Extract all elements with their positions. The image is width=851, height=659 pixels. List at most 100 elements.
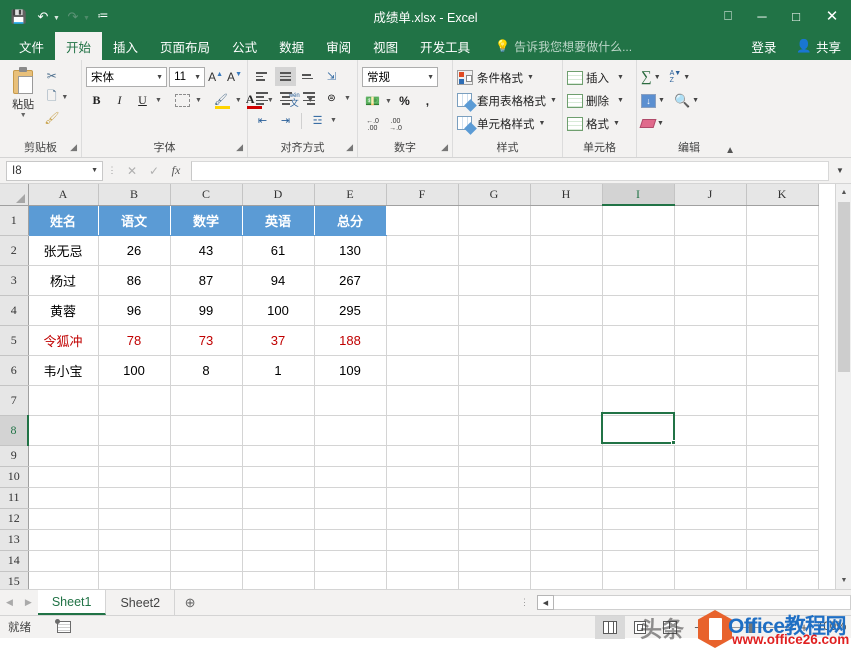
- format-as-table-dropdown-icon[interactable]: ▼: [550, 97, 557, 104]
- cell-b5[interactable]: 78: [98, 325, 171, 356]
- number-format-select[interactable]: 常规 ▼: [362, 67, 438, 87]
- cell-f7[interactable]: [386, 385, 459, 416]
- cell-j11[interactable]: [674, 487, 747, 509]
- cell-b15[interactable]: [98, 571, 171, 589]
- cell-a4[interactable]: 黄蓉: [28, 295, 99, 326]
- record-macro-icon[interactable]: [55, 619, 71, 633]
- comma-format-button[interactable]: ,: [417, 91, 438, 111]
- undo-dropdown-icon[interactable]: ▼: [53, 15, 60, 22]
- conditional-formatting-button[interactable]: 条件格式 ▼: [457, 67, 558, 88]
- currency-format-button[interactable]: 💵: [362, 91, 383, 111]
- cell-f3[interactable]: [386, 265, 459, 296]
- cell-k13[interactable]: [746, 529, 819, 551]
- cell-b13[interactable]: [98, 529, 171, 551]
- insert-function-icon[interactable]: fx: [165, 161, 187, 181]
- cell-j8[interactable]: [674, 415, 747, 446]
- cell-d14[interactable]: [242, 550, 315, 572]
- page-break-view-button[interactable]: [655, 616, 685, 639]
- enter-formula-icon[interactable]: ✓: [143, 161, 165, 181]
- cell-h10[interactable]: [530, 466, 603, 488]
- previous-sheet-icon[interactable]: ◀: [6, 597, 13, 608]
- save-icon[interactable]: 💾: [8, 5, 30, 27]
- cell-b6[interactable]: 100: [98, 355, 171, 386]
- cell-b4[interactable]: 96: [98, 295, 171, 326]
- cell-a14[interactable]: [28, 550, 99, 572]
- copy-dropdown-icon[interactable]: ▼: [61, 94, 68, 101]
- cell-g1[interactable]: [458, 205, 531, 236]
- cell-e2[interactable]: 130: [314, 235, 387, 266]
- cell-h2[interactable]: [530, 235, 603, 266]
- format-cells-dropdown-icon[interactable]: ▼: [613, 120, 620, 127]
- autosum-dropdown-icon[interactable]: ▼: [654, 74, 661, 81]
- normal-view-button[interactable]: [595, 615, 625, 639]
- cell-h6[interactable]: [530, 355, 603, 386]
- cell-h9[interactable]: [530, 445, 603, 467]
- cell-h11[interactable]: [530, 487, 603, 509]
- cell-i4[interactable]: [602, 295, 675, 326]
- column-header-g[interactable]: G: [458, 184, 531, 206]
- cell-d15[interactable]: [242, 571, 315, 589]
- row-header-3[interactable]: 3: [0, 265, 29, 296]
- zoom-level-label[interactable]: 100%: [817, 621, 851, 633]
- cell-j3[interactable]: [674, 265, 747, 296]
- cell-c13[interactable]: [170, 529, 243, 551]
- formula-input[interactable]: [191, 160, 829, 181]
- tab-split-grip[interactable]: ⋮: [512, 590, 537, 615]
- cell-g12[interactable]: [458, 508, 531, 530]
- cell-e10[interactable]: [314, 466, 387, 488]
- cell-i13[interactable]: [602, 529, 675, 551]
- share-button[interactable]: 👤 共享: [788, 32, 851, 60]
- cell-h4[interactable]: [530, 295, 603, 326]
- cell-j15[interactable]: [674, 571, 747, 589]
- column-header-f[interactable]: F: [386, 184, 459, 206]
- cell-k9[interactable]: [746, 445, 819, 467]
- cell-d2[interactable]: 61: [242, 235, 315, 266]
- cell-e9[interactable]: [314, 445, 387, 467]
- tell-me-box[interactable]: 💡 告诉我您想要做什么...: [495, 32, 632, 60]
- undo-icon[interactable]: ↶: [32, 5, 54, 27]
- cell-e5[interactable]: 188: [314, 325, 387, 356]
- cell-h3[interactable]: [530, 265, 603, 296]
- scroll-down-icon[interactable]: ▼: [836, 572, 851, 589]
- cell-e3[interactable]: 267: [314, 265, 387, 296]
- horizontal-scroll-track[interactable]: [554, 595, 851, 610]
- cell-k1[interactable]: [746, 205, 819, 236]
- cell-k12[interactable]: [746, 508, 819, 530]
- column-header-c[interactable]: C: [170, 184, 243, 206]
- formula-bar-grip[interactable]: ⋮: [107, 165, 117, 176]
- row-header-9[interactable]: 9: [0, 445, 29, 467]
- minimize-icon[interactable]: ─: [745, 0, 779, 32]
- cell-e1[interactable]: 总分: [314, 205, 387, 236]
- cell-i8[interactable]: [602, 415, 675, 446]
- cell-a1[interactable]: 姓名: [28, 205, 99, 236]
- ribbon-tab-review[interactable]: 审阅: [315, 32, 362, 60]
- cell-g9[interactable]: [458, 445, 531, 467]
- cell-k7[interactable]: [746, 385, 819, 416]
- cell-a3[interactable]: 杨过: [28, 265, 99, 296]
- cell-k4[interactable]: [746, 295, 819, 326]
- cell-b1[interactable]: 语文: [98, 205, 171, 236]
- cell-j1[interactable]: [674, 205, 747, 236]
- cell-a9[interactable]: [28, 445, 99, 467]
- cell-i5[interactable]: [602, 325, 675, 356]
- sort-filter-button[interactable]: A▼ Z ▼: [670, 70, 691, 84]
- cell-c1[interactable]: 数学: [170, 205, 243, 236]
- cell-d3[interactable]: 94: [242, 265, 315, 296]
- column-header-d[interactable]: D: [242, 184, 315, 206]
- insert-cells-button[interactable]: 插入 ▼: [567, 67, 632, 88]
- number-dialog-launcher[interactable]: ◢: [441, 139, 448, 156]
- paste-button[interactable]: 粘贴 ▼: [4, 63, 42, 140]
- cell-j13[interactable]: [674, 529, 747, 551]
- cell-i3[interactable]: [602, 265, 675, 296]
- cell-d13[interactable]: [242, 529, 315, 551]
- cell-c11[interactable]: [170, 487, 243, 509]
- cell-f9[interactable]: [386, 445, 459, 467]
- cell-e7[interactable]: [314, 385, 387, 416]
- cell-d11[interactable]: [242, 487, 315, 509]
- cell-d9[interactable]: [242, 445, 315, 467]
- cell-e13[interactable]: [314, 529, 387, 551]
- cell-i2[interactable]: [602, 235, 675, 266]
- cell-k8[interactable]: [746, 415, 819, 446]
- vertical-scrollbar[interactable]: ▲ ▼: [835, 184, 851, 589]
- cell-h8[interactable]: [530, 415, 603, 446]
